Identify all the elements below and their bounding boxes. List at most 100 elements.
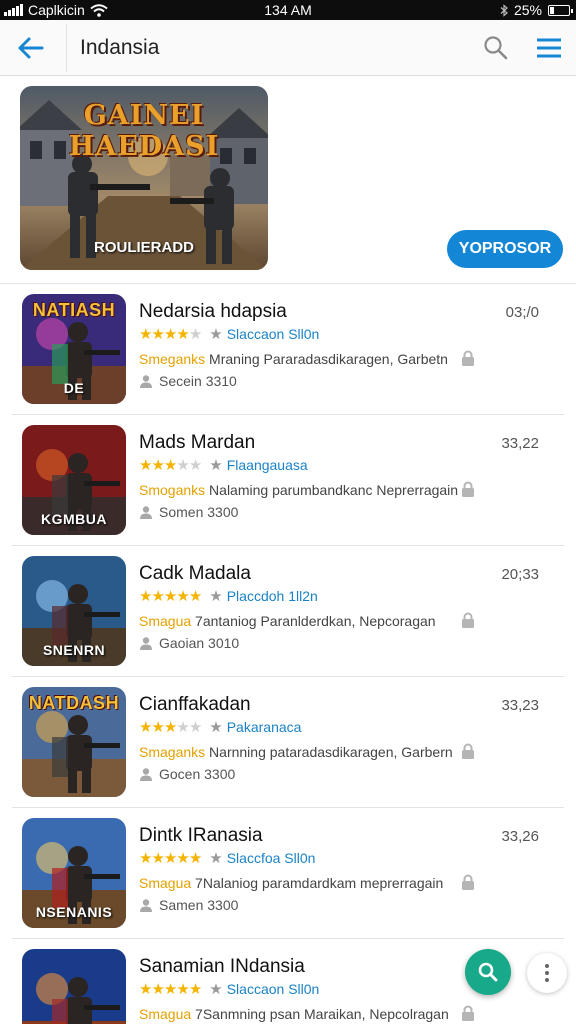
app-title: Cadk Madala xyxy=(139,563,251,584)
star-icon: ★ xyxy=(176,588,189,605)
app-title: Nedarsia hdapsia xyxy=(139,301,287,322)
star-icon: ★ xyxy=(139,981,152,998)
app-thumbnail: NATIASH DE xyxy=(22,294,126,404)
star-rating: ★★★★★ ★ Flaangauasa xyxy=(139,456,308,474)
star-rating: ★★★★★ ★ Placcdoh 1ll2n xyxy=(139,587,318,605)
app-tag: Smoganks xyxy=(139,482,206,498)
app-tag: Smaganks xyxy=(139,744,206,760)
thumbnail-top-text: NATIASH xyxy=(32,300,116,320)
app-description-text: Narnning pataradasdikaragen, Garbern xyxy=(209,744,453,760)
more-vertical-icon xyxy=(545,964,549,968)
app-description: Smaganks Narnning pataradasdikaragen, Ga… xyxy=(139,744,453,760)
star-icon: ★ xyxy=(209,719,222,736)
star-icons: ★★★★★ xyxy=(139,718,202,736)
app-description-text: 7Nalaniog paramdardkam meprerragain xyxy=(195,875,444,891)
lock-icon xyxy=(462,612,474,628)
app-description: Smagua 7Nalaniog paramdardkam meprerraga… xyxy=(139,875,443,891)
lock-icon xyxy=(462,350,474,366)
star-icon: ★ xyxy=(151,326,164,343)
featured-area: GAINEI HAEDASI ROULIERADD YOPROSOR xyxy=(0,76,576,284)
app-description-text: 7antaniog Paranlderdkan, Nepcoragan xyxy=(195,613,436,629)
star-rating: ★★★★★ ★ Slaccaon Sll0n xyxy=(139,325,319,343)
back-button[interactable] xyxy=(12,32,48,64)
app-category[interactable]: Placcdoh 1ll2n xyxy=(227,588,318,604)
star-rating: ★★★★★ ★ Slaccfoa Sll0n xyxy=(139,849,315,867)
lock-icon xyxy=(462,743,474,759)
app-category[interactable]: Pakaranaca xyxy=(227,719,302,735)
app-list: NATIASH DE Nedarsia hdapsia 0/;03 ★★★★★ … xyxy=(0,284,576,1024)
person-icon xyxy=(140,899,152,912)
app-category[interactable]: Slaccaon Sll0n xyxy=(227,981,320,997)
more-dot xyxy=(545,978,549,982)
app-meta-text: Gocen 3300 xyxy=(159,766,236,782)
star-icon: ★ xyxy=(163,457,177,474)
promo-button[interactable]: YOPROSOR xyxy=(447,230,563,268)
battery-icon xyxy=(548,4,573,16)
star-icon: ★ xyxy=(176,326,189,343)
star-icon: ★ xyxy=(139,326,152,343)
app-meta: Secein 3310 xyxy=(139,373,237,389)
star-icon: ★ xyxy=(139,719,152,736)
clock: 134 AM xyxy=(264,2,312,18)
list-item-4[interactable]: NATDASH Cianffakadan 33,23 ★★★★★ ★ Pakar… xyxy=(12,677,564,808)
star-icon: ★ xyxy=(188,981,202,998)
app-bar-divider xyxy=(66,24,67,72)
thumbnail-bottom-text: SNENRN xyxy=(42,642,106,658)
star-icon: ★ xyxy=(163,719,177,736)
app-title: Cianffakadan xyxy=(139,694,251,715)
arrow-left-icon xyxy=(18,37,44,59)
star-icon: ★ xyxy=(176,850,189,867)
app-description: Smeganks Mraning Pararadasdikaragen, Gar… xyxy=(139,351,448,367)
star-icon: ★ xyxy=(151,457,164,474)
app-category[interactable]: Flaangauasa xyxy=(227,457,308,473)
search-fab[interactable] xyxy=(465,949,511,995)
person-icon xyxy=(140,768,152,781)
featured-banner[interactable]: GAINEI HAEDASI ROULIERADD xyxy=(20,86,268,270)
app-meta-text: Samen 3300 xyxy=(159,897,239,913)
star-icon: ★ xyxy=(209,457,222,474)
page-title: Indansia xyxy=(80,36,160,59)
star-icon: ★ xyxy=(163,981,177,998)
star-icons: ★★★★★ xyxy=(139,456,202,474)
star-icons: ★★★★★ xyxy=(139,849,202,867)
app-category[interactable]: Slaccaon Sll0n xyxy=(227,326,320,342)
battery-percent: 25% xyxy=(513,2,542,18)
app-description-text: Mraning Pararadasdikaragen, Garbetn xyxy=(209,351,448,367)
app-title: Dintk IRanasia xyxy=(139,825,263,846)
app-meta: Gocen 3300 xyxy=(139,766,235,782)
app-category[interactable]: Slaccfoa Sll0n xyxy=(227,850,316,866)
star-icon: ★ xyxy=(139,588,152,605)
app-thumbnail-art xyxy=(22,949,126,1024)
star-rating: ★★★★★ ★ Pakaranaca xyxy=(139,718,301,736)
app-meta: Somen 3300 xyxy=(139,504,238,520)
more-button[interactable] xyxy=(527,953,567,993)
lock-icon xyxy=(462,1005,474,1021)
thumbnail-top-text: NATDASH xyxy=(28,693,120,713)
list-item-3[interactable]: SNENRN Cadk Madala 33;20 ★★★★★ ★ Placcdo… xyxy=(12,546,564,677)
star-icon: ★ xyxy=(151,588,164,605)
star-icon: ★ xyxy=(163,326,177,343)
list-item-5[interactable]: NSENANIS Dintk IRanasia 33,26 ★★★★★ ★ Sl… xyxy=(12,808,564,939)
app-description: Smagua 7antaniog Paranlderdkan, Nepcorag… xyxy=(139,613,436,629)
app-title: Mads Mardan xyxy=(139,432,256,453)
banner-art-label: ROULIERADD xyxy=(94,239,194,256)
star-icon: ★ xyxy=(188,850,202,867)
status-bar: Caplkicin 134 AM 25% xyxy=(0,0,576,20)
person-icon xyxy=(140,506,152,519)
thumbnail-bottom-text: DE xyxy=(63,380,85,396)
star-icon: ★ xyxy=(209,981,222,998)
menu-button[interactable] xyxy=(534,34,564,62)
lock-icon xyxy=(462,874,474,890)
star-icon: ★ xyxy=(139,850,152,867)
star-icon: ★ xyxy=(188,588,202,605)
app-title: Sanamian INdansia xyxy=(139,956,305,977)
app-tag: Smeganks xyxy=(139,351,206,367)
search-button[interactable] xyxy=(482,34,510,62)
list-item-2[interactable]: KGMBUA Mads Mardan 33,22 ★★★★★ ★ Flaanga… xyxy=(12,415,564,546)
app-meta: Gaoian 3010 xyxy=(139,635,239,651)
app-description: Smoganks Nalaming parumbandkanc Neprerra… xyxy=(139,482,458,498)
hamburger-menu-icon xyxy=(537,38,561,58)
app-thumbnail: NATDASH xyxy=(22,687,126,797)
app-description-text: Nalaming parumbandkanc Neprerragain xyxy=(209,482,459,498)
list-item-1[interactable]: NATIASH DE Nedarsia hdapsia 0/;03 ★★★★★ … xyxy=(12,284,564,415)
